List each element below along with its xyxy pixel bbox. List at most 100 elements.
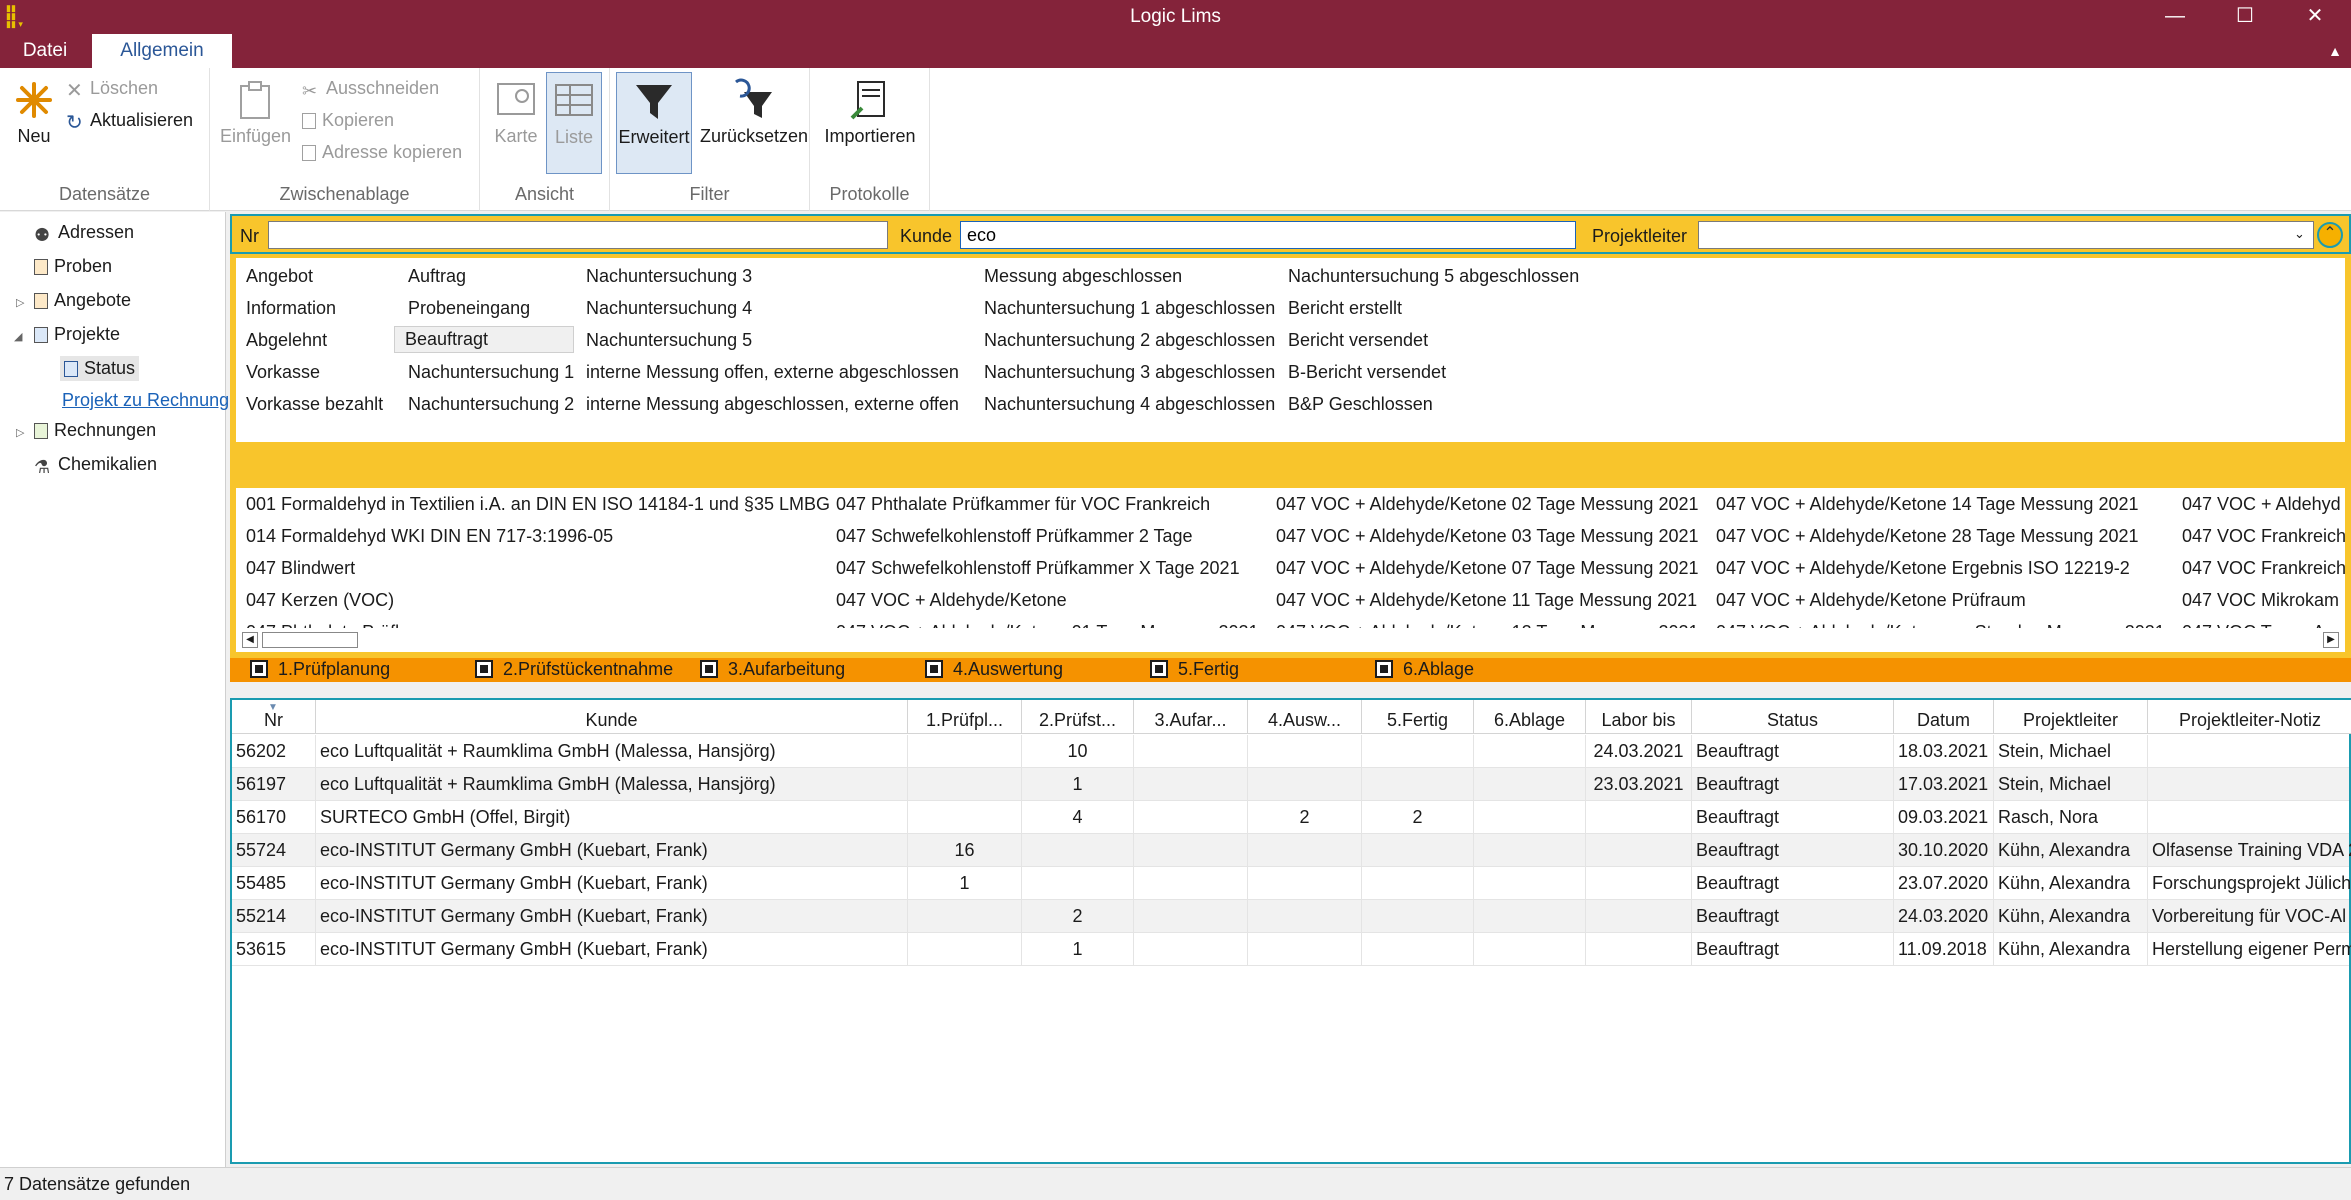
nav-adressen[interactable]: ⚉ Adressen bbox=[34, 222, 134, 245]
list-view-button[interactable]: Liste bbox=[546, 72, 602, 174]
status-option[interactable]: Nachuntersuchung 2 bbox=[408, 394, 574, 415]
scroll-left-icon[interactable]: ◀ bbox=[242, 632, 258, 648]
table-row[interactable]: 56202 eco Luftqualität + Raumklima GmbH (… bbox=[232, 735, 2349, 768]
column-header[interactable]: 3.Aufar... bbox=[1134, 700, 1248, 734]
status-option[interactable]: interne Messung abgeschlossen, externe o… bbox=[586, 394, 959, 415]
column-header[interactable]: 6.Ablage bbox=[1474, 700, 1586, 734]
status-option[interactable]: Bericht erstellt bbox=[1288, 298, 1402, 319]
project-type-option[interactable]: 047 VOC + Aldehyde/Ketone Ergebnis ISO 1… bbox=[1716, 558, 2130, 579]
status-option[interactable]: Probeneingang bbox=[408, 298, 530, 319]
table-row[interactable]: 55485 eco-INSTITUT Germany GmbH (Kuebart,… bbox=[232, 867, 2351, 900]
reset-filter-button[interactable]: Zurücksetzen bbox=[700, 78, 808, 147]
close-button[interactable]: ✕ bbox=[2280, 0, 2350, 34]
status-option[interactable]: Nachuntersuchung 3 bbox=[586, 266, 752, 287]
column-header[interactable]: 2.Prüfst... bbox=[1022, 700, 1134, 734]
project-type-option[interactable]: 047 Schwefelkohlenstoff Prüfkammer 2 Tag… bbox=[836, 526, 1193, 547]
scroll-right-icon[interactable]: ▶ bbox=[2323, 632, 2339, 648]
collapse-projekte-icon[interactable]: ◢ bbox=[14, 330, 22, 343]
project-type-option[interactable]: 047 VOC Frankreich bbox=[2182, 558, 2345, 579]
status-option[interactable]: Nachuntersuchung 4 abgeschlossen bbox=[984, 394, 1275, 415]
nav-angebote[interactable]: Angebote bbox=[34, 290, 131, 311]
column-header[interactable]: Status bbox=[1692, 700, 1894, 734]
project-type-option[interactable]: 047 VOC + Aldehyde/Ketone 07 Tage Messun… bbox=[1276, 558, 1698, 579]
column-header[interactable]: 4.Ausw... bbox=[1248, 700, 1362, 734]
phase-checkbox[interactable]: 4.Auswertung bbox=[925, 659, 1063, 680]
nav-proben[interactable]: Proben bbox=[34, 256, 112, 277]
table-row[interactable]: 56197 eco Luftqualität + Raumklima GmbH (… bbox=[232, 768, 2349, 801]
project-type-option[interactable]: 001 Formaldehyd in Textilien i.A. an DIN… bbox=[246, 494, 830, 515]
nav-chemikalien[interactable]: ⚗ Chemikalien bbox=[34, 454, 157, 477]
dropdown-chevron-icon[interactable]: ⌄ bbox=[2294, 226, 2305, 242]
status-option[interactable]: Abgelehnt bbox=[246, 330, 327, 351]
minimize-button[interactable]: — bbox=[2140, 0, 2210, 34]
project-type-option[interactable]: 047 VOC + Aldehyde/Ketone 11 Tage Messun… bbox=[1276, 590, 1697, 611]
column-header[interactable]: 5.Fertig bbox=[1362, 700, 1474, 734]
status-option[interactable]: Angebot bbox=[246, 266, 313, 287]
project-type-option[interactable]: 047 VOC Mikrokam bbox=[2182, 590, 2339, 611]
status-option[interactable]: B&P Geschlossen bbox=[1288, 394, 1433, 415]
refresh-button[interactable]: ↻ Aktualisieren bbox=[66, 110, 193, 133]
status-option[interactable]: Nachuntersuchung 5 bbox=[586, 330, 752, 351]
project-type-option[interactable]: 047 VOC + Aldehyd bbox=[2182, 494, 2341, 515]
cut-button[interactable]: ✂ Ausschneiden bbox=[302, 78, 439, 100]
column-header[interactable]: Kunde bbox=[316, 700, 908, 734]
status-option[interactable]: Auftrag bbox=[408, 266, 466, 287]
new-button[interactable]: Neu bbox=[8, 78, 60, 147]
table-row[interactable]: 55724 eco-INSTITUT Germany GmbH (Kuebart,… bbox=[232, 834, 2351, 867]
nav-rechnungen[interactable]: Rechnungen bbox=[34, 420, 156, 441]
status-option[interactable]: Nachuntersuchung 1 bbox=[408, 362, 574, 383]
scroll-thumb[interactable] bbox=[262, 632, 358, 648]
status-option[interactable]: Nachuntersuchung 3 abgeschlossen bbox=[984, 362, 1275, 383]
status-option[interactable]: Information bbox=[246, 298, 336, 319]
table-row[interactable]: 53615 eco-INSTITUT Germany GmbH (Kuebart,… bbox=[232, 933, 2351, 966]
extended-filter-button[interactable]: Erweitert bbox=[616, 72, 692, 174]
status-option[interactable]: interne Messung offen, externe abgeschlo… bbox=[586, 362, 959, 383]
column-header[interactable]: Projektleiter bbox=[1994, 700, 2148, 734]
project-type-option[interactable]: 047 VOC + Aldehyde/Ketone 02 Tage Messun… bbox=[1276, 494, 1698, 515]
column-header[interactable]: Datum bbox=[1894, 700, 1994, 734]
horizontal-scrollbar[interactable]: ◀ ▶ bbox=[236, 628, 2345, 652]
status-option[interactable]: Bericht versendet bbox=[1288, 330, 1428, 351]
copy-address-button[interactable]: Adresse kopieren bbox=[302, 142, 462, 163]
customer-input[interactable] bbox=[960, 221, 1576, 249]
nav-projekte[interactable]: Projekte bbox=[34, 324, 120, 345]
project-type-option[interactable]: 047 Kerzen (VOC) bbox=[246, 590, 394, 611]
nav-status[interactable]: Status bbox=[60, 356, 140, 381]
phase-checkbox[interactable]: 3.Aufarbeitung bbox=[700, 659, 845, 680]
status-option[interactable]: Nachuntersuchung 2 abgeschlossen bbox=[984, 330, 1275, 351]
map-view-button[interactable]: Karte bbox=[490, 78, 542, 178]
project-type-option[interactable]: 047 VOC + Aldehyde/Ketone 28 Tage Messun… bbox=[1716, 526, 2138, 547]
import-button[interactable]: Importieren bbox=[820, 78, 920, 147]
status-option[interactable]: Nachuntersuchung 1 abgeschlossen bbox=[984, 298, 1275, 319]
phase-checkbox[interactable]: 1.Prüfplanung bbox=[250, 659, 390, 680]
project-lead-select[interactable] bbox=[1698, 221, 2314, 249]
delete-button[interactable]: ✕ Löschen bbox=[66, 78, 158, 101]
tab-allgemein[interactable]: Allgemein bbox=[92, 34, 232, 68]
project-type-option[interactable]: 014 Formaldehyd WKI DIN EN 717-3:1996-05 bbox=[246, 526, 613, 547]
paste-button[interactable]: Einfügen bbox=[220, 78, 291, 147]
project-type-option[interactable]: 047 VOC + Aldehyde/Ketone bbox=[836, 590, 1067, 611]
expand-angebote-icon[interactable]: ▷ bbox=[16, 296, 24, 309]
project-type-option[interactable]: 047 Phthalate Prüfkammer für VOC Frankre… bbox=[836, 494, 1210, 515]
status-option[interactable]: Nachuntersuchung 5 abgeschlossen bbox=[1288, 266, 1579, 287]
project-type-option[interactable]: 047 VOC + Aldehyde/Ketone Prüfraum bbox=[1716, 590, 2026, 611]
phase-checkbox[interactable]: 5.Fertig bbox=[1150, 659, 1239, 680]
phase-checkbox[interactable]: 6.Ablage bbox=[1375, 659, 1474, 680]
nr-input[interactable] bbox=[268, 221, 888, 249]
collapse-filter-icon[interactable]: ⌃ bbox=[2317, 222, 2343, 248]
maximize-button[interactable]: ☐ bbox=[2210, 0, 2280, 34]
project-type-option[interactable]: 047 VOC + Aldehyde/Ketone 03 Tage Messun… bbox=[1276, 526, 1698, 547]
column-header[interactable]: Labor bis bbox=[1586, 700, 1692, 734]
expand-rechnungen-icon[interactable]: ▷ bbox=[16, 426, 24, 439]
table-row[interactable]: 56170 SURTECO GmbH (Offel, Birgit) 4 2 2 Beau… bbox=[232, 801, 2349, 834]
project-type-option[interactable]: 047 Schwefelkohlenstoff Prüfkammer X Tag… bbox=[836, 558, 1240, 579]
status-option[interactable]: Vorkasse bbox=[246, 362, 320, 383]
phase-checkbox[interactable]: 2.Prüfstückentnahme bbox=[475, 659, 673, 680]
project-type-option[interactable]: 047 Blindwert bbox=[246, 558, 355, 579]
status-option[interactable]: B-Bericht versendet bbox=[1288, 362, 1446, 383]
project-type-option[interactable]: 047 VOC + Aldehyde/Ketone 14 Tage Messun… bbox=[1716, 494, 2138, 515]
status-option[interactable]: Vorkasse bezahlt bbox=[246, 394, 383, 415]
tab-datei[interactable]: Datei bbox=[0, 34, 90, 68]
status-option[interactable]: Messung abgeschlossen bbox=[984, 266, 1182, 287]
copy-button[interactable]: Kopieren bbox=[302, 110, 394, 131]
